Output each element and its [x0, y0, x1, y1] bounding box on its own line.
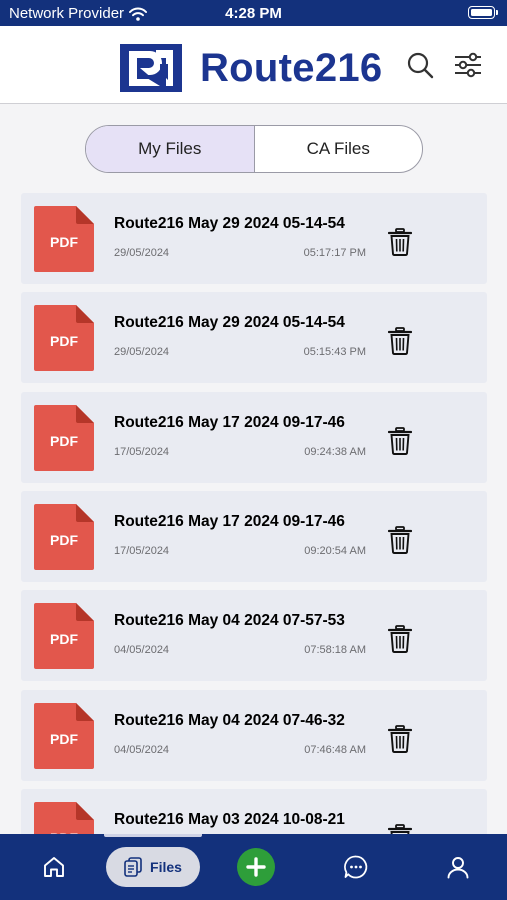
trash-icon[interactable]	[388, 327, 412, 355]
files-icon	[124, 857, 142, 877]
pdf-label: PDF	[50, 333, 78, 349]
home-icon	[44, 857, 64, 877]
file-date: 17/05/2024	[114, 545, 170, 557]
file-list-item[interactable]: PDF Route216 May 29 2024 05-14-54 29/05/…	[21, 193, 487, 284]
file-date: 29/05/2024	[114, 247, 170, 259]
file-time: 05:17:17 PM	[303, 247, 366, 259]
trash-icon[interactable]	[388, 625, 412, 653]
add-icon	[246, 857, 266, 877]
pdf-file-icon: PDF	[34, 802, 94, 834]
pdf-label: PDF	[50, 234, 78, 250]
file-list-item[interactable]: PDF Route216 May 29 2024 05-14-54 29/05/…	[21, 292, 487, 383]
trash-icon[interactable]	[388, 228, 412, 256]
pdf-file-icon: PDF	[34, 703, 94, 769]
file-name: Route216 May 17 2024 09-17-46	[114, 513, 345, 530]
pdf-file-icon: PDF	[34, 206, 94, 272]
file-name: Route216 May 17 2024 09-17-46	[114, 414, 345, 431]
trash-icon[interactable]	[388, 824, 412, 834]
nav-files-label: Files	[150, 859, 182, 875]
add-file-button[interactable]	[237, 848, 275, 886]
pdf-file-icon: PDF	[34, 603, 94, 669]
pdf-file-icon: PDF	[34, 305, 94, 371]
file-list-item[interactable]: PDF Route216 May 04 2024 07-57-53 04/05/…	[21, 590, 487, 681]
nav-home[interactable]	[34, 847, 74, 887]
file-name: Route216 May 03 2024 10-08-21	[114, 811, 345, 828]
trash-icon[interactable]	[388, 725, 412, 753]
file-list-item[interactable]: PDF Route216 May 04 2024 07-46-32 04/05/…	[21, 690, 487, 781]
pdf-label: PDF	[50, 631, 78, 647]
file-time: 09:24:38 AM	[304, 446, 366, 458]
file-date: 29/05/2024	[114, 346, 170, 358]
chat-icon	[344, 855, 368, 879]
pdf-file-icon: PDF	[34, 504, 94, 570]
pdf-label: PDF	[50, 433, 78, 449]
nav-files[interactable]: Files	[106, 847, 200, 887]
bottom-nav: Files	[0, 834, 507, 900]
pdf-label: PDF	[50, 532, 78, 548]
file-name: Route216 May 04 2024 07-46-32	[114, 712, 345, 729]
file-time: 05:15:43 PM	[303, 346, 366, 358]
file-name: Route216 May 29 2024 05-14-54	[114, 314, 345, 331]
pdf-label: PDF	[50, 731, 78, 747]
pdf-file-icon: PDF	[34, 405, 94, 471]
file-time: 09:20:54 AM	[304, 545, 366, 557]
file-time: 07:58:18 AM	[304, 644, 366, 656]
file-list-item[interactable]: PDF Route216 May 03 2024 10-08-21	[21, 789, 487, 834]
file-date: 04/05/2024	[114, 744, 170, 756]
file-list: PDF Route216 May 29 2024 05-14-54 29/05/…	[0, 0, 507, 834]
profile-icon	[447, 857, 469, 879]
file-list-item[interactable]: PDF Route216 May 17 2024 09-17-46 17/05/…	[21, 392, 487, 483]
file-list-item[interactable]: PDF Route216 May 17 2024 09-17-46 17/05/…	[21, 491, 487, 582]
file-name: Route216 May 04 2024 07-57-53	[114, 612, 345, 629]
file-date: 17/05/2024	[114, 446, 170, 458]
nav-profile[interactable]	[438, 847, 478, 887]
trash-icon[interactable]	[388, 526, 412, 554]
file-time: 07:46:48 AM	[304, 744, 366, 756]
file-name: Route216 May 29 2024 05-14-54	[114, 215, 345, 232]
trash-icon[interactable]	[388, 427, 412, 455]
file-date: 04/05/2024	[114, 644, 170, 656]
nav-chat[interactable]	[336, 847, 376, 887]
